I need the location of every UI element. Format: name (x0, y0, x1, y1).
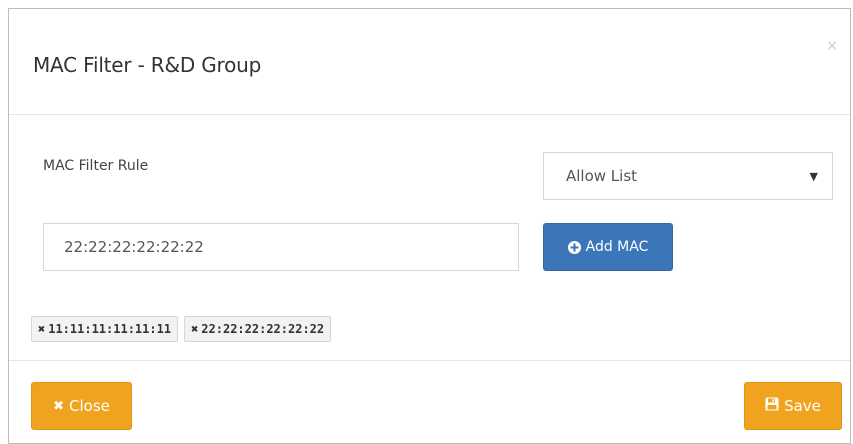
mac-tag-label: 11:11:11:11:11:11 (48, 322, 172, 336)
mac-filter-rule-label: MAC Filter Rule (43, 158, 149, 174)
floppy-disk-icon (765, 397, 779, 415)
caret-down-icon: ▼ (809, 169, 818, 183)
modal-footer: ✖ Close Save (9, 361, 850, 443)
add-mac-button[interactable]: Add MAC (543, 223, 673, 271)
mac-tag-list: ✖ 11:11:11:11:11:11 ✖ 22:22:22:22:22:22 (31, 316, 332, 342)
remove-icon[interactable]: ✖ (191, 322, 198, 336)
add-mac-label: Add MAC (585, 239, 649, 255)
mac-filter-modal: MAC Filter - R&D Group × MAC Filter Rule… (8, 8, 851, 444)
mac-filter-rule-select[interactable]: Allow List ▼ (543, 152, 833, 200)
mac-address-input[interactable] (43, 223, 519, 271)
close-button[interactable]: ✖ Close (31, 382, 132, 430)
mac-tag[interactable]: ✖ 22:22:22:22:22:22 (184, 316, 332, 342)
close-button-label: Close (69, 397, 110, 415)
plus-circle-icon (567, 240, 581, 254)
save-button-label: Save (784, 397, 821, 415)
modal-header: MAC Filter - R&D Group × (9, 9, 850, 115)
mac-tag[interactable]: ✖ 11:11:11:11:11:11 (31, 316, 179, 342)
remove-icon[interactable]: ✖ (38, 322, 45, 336)
save-button[interactable]: Save (744, 382, 842, 430)
close-icon[interactable]: × (826, 39, 838, 53)
mac-tag-label: 22:22:22:22:22:22 (201, 322, 325, 336)
modal-body: MAC Filter Rule Allow List ▼ Add MAC ✖ 1… (9, 115, 850, 361)
modal-title: MAC Filter - R&D Group (33, 53, 262, 77)
close-x-icon: ✖ (53, 398, 65, 414)
select-value: Allow List (566, 167, 638, 185)
